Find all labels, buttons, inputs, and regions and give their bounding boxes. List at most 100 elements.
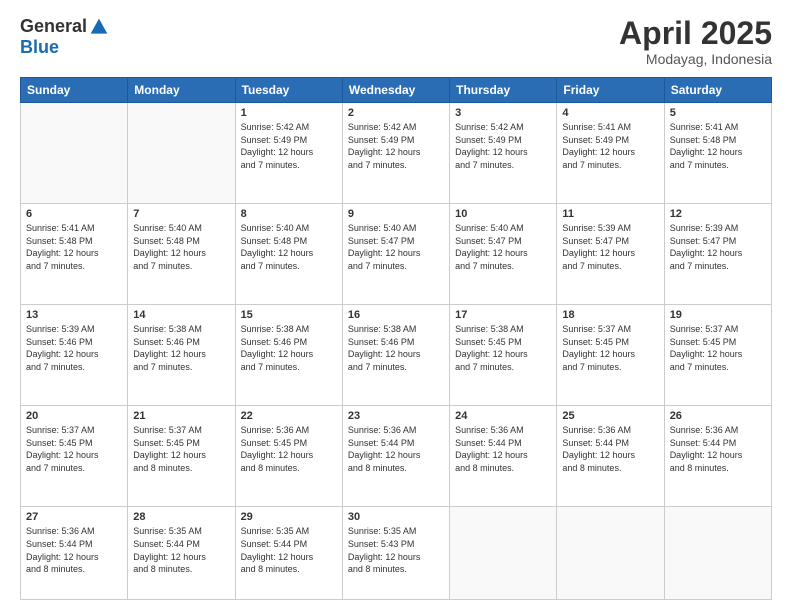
table-row: 26 Sunrise: 5:36 AM Sunset: 5:44 PM Dayli… (664, 406, 771, 507)
day-info: Sunrise: 5:36 AM Sunset: 5:44 PM Dayligh… (455, 424, 551, 474)
table-row: 3 Sunrise: 5:42 AM Sunset: 5:49 PM Daylig… (450, 103, 557, 204)
table-row (664, 507, 771, 600)
day-info: Sunrise: 5:37 AM Sunset: 5:45 PM Dayligh… (133, 424, 229, 474)
table-row: 10 Sunrise: 5:40 AM Sunset: 5:47 PM Dayli… (450, 204, 557, 305)
day-number: 7 (133, 208, 229, 220)
header-tuesday: Tuesday (235, 78, 342, 103)
day-number: 15 (241, 309, 337, 321)
day-info: Sunrise: 5:37 AM Sunset: 5:45 PM Dayligh… (26, 424, 122, 474)
table-row: 5Sunrise: 5:41 AM Sunset: 5:48 PM Daylig… (664, 103, 771, 204)
day-info: Sunrise: 5:36 AM Sunset: 5:44 PM Dayligh… (562, 424, 658, 474)
calendar-header-row: Sunday Monday Tuesday Wednesday Thursday… (21, 78, 772, 103)
table-row: 9 Sunrise: 5:40 AM Sunset: 5:47 PM Daylig… (342, 204, 449, 305)
table-row: 17Sunrise: 5:38 AM Sunset: 5:45 PM Dayli… (450, 305, 557, 406)
day-info: Sunrise: 5:41 AM Sunset: 5:48 PM Dayligh… (26, 222, 122, 272)
day-number: 5 (670, 107, 766, 119)
table-row: 8 Sunrise: 5:40 AM Sunset: 5:48 PM Daylig… (235, 204, 342, 305)
table-row (21, 103, 128, 204)
day-number: 4 (562, 107, 658, 119)
table-row: 27 Sunrise: 5:36 AM Sunset: 5:44 PM Dayli… (21, 507, 128, 600)
table-row: 23 Sunrise: 5:36 AM Sunset: 5:44 PM Dayli… (342, 406, 449, 507)
table-row: 6 Sunrise: 5:41 AM Sunset: 5:48 PM Daylig… (21, 204, 128, 305)
table-row: 18 Sunrise: 5:37 AM Sunset: 5:45 PM Dayli… (557, 305, 664, 406)
day-info: Sunrise: 5:40 AM Sunset: 5:48 PM Dayligh… (133, 222, 229, 272)
day-info: Sunrise: 5:35 AM Sunset: 5:44 PM Dayligh… (133, 525, 229, 575)
table-row: 20 Sunrise: 5:37 AM Sunset: 5:45 PM Dayli… (21, 406, 128, 507)
day-number: 20 (26, 410, 122, 422)
day-info: Sunrise: 5:35 AM Sunset: 5:43 PM Dayligh… (348, 525, 444, 575)
table-row: 19 Sunrise: 5:37 AM Sunset: 5:45 PM Dayli… (664, 305, 771, 406)
table-row: 12 Sunrise: 5:39 AM Sunset: 5:47 PM Dayli… (664, 204, 771, 305)
month-title: April 2025 (619, 16, 772, 51)
day-info: Sunrise: 5:36 AM Sunset: 5:44 PM Dayligh… (670, 424, 766, 474)
day-number: 17 (455, 309, 551, 321)
day-number: 22 (241, 410, 337, 422)
table-row: 16 Sunrise: 5:38 AM Sunset: 5:46 PM Dayli… (342, 305, 449, 406)
day-info: Sunrise: 5:35 AM Sunset: 5:44 PM Dayligh… (241, 525, 337, 575)
day-number: 3 (455, 107, 551, 119)
logo-general-text: General (20, 16, 87, 37)
day-number: 23 (348, 410, 444, 422)
day-number: 25 (562, 410, 658, 422)
header: General Blue April 2025 Modayag, Indones… (20, 16, 772, 67)
header-saturday: Saturday (664, 78, 771, 103)
table-row (128, 103, 235, 204)
day-number: 8 (241, 208, 337, 220)
day-number: 14 (133, 309, 229, 321)
day-number: 21 (133, 410, 229, 422)
table-row: 30 Sunrise: 5:35 AM Sunset: 5:43 PM Dayli… (342, 507, 449, 600)
table-row: 1Sunrise: 5:42 AM Sunset: 5:49 PM Daylig… (235, 103, 342, 204)
header-thursday: Thursday (450, 78, 557, 103)
day-number: 29 (241, 511, 337, 523)
day-number: 6 (26, 208, 122, 220)
day-number: 30 (348, 511, 444, 523)
table-row: 22 Sunrise: 5:36 AM Sunset: 5:45 PM Dayli… (235, 406, 342, 507)
day-info: Sunrise: 5:36 AM Sunset: 5:45 PM Dayligh… (241, 424, 337, 474)
header-wednesday: Wednesday (342, 78, 449, 103)
day-info: Sunrise: 5:36 AM Sunset: 5:44 PM Dayligh… (26, 525, 122, 575)
table-row: 15Sunrise: 5:38 AM Sunset: 5:46 PM Dayli… (235, 305, 342, 406)
logo: General Blue (20, 16, 109, 58)
day-info: Sunrise: 5:39 AM Sunset: 5:47 PM Dayligh… (562, 222, 658, 272)
day-info: Sunrise: 5:40 AM Sunset: 5:47 PM Dayligh… (455, 222, 551, 272)
day-info: Sunrise: 5:42 AM Sunset: 5:49 PM Dayligh… (455, 121, 551, 171)
day-info: Sunrise: 5:37 AM Sunset: 5:45 PM Dayligh… (562, 323, 658, 373)
day-info: Sunrise: 5:41 AM Sunset: 5:49 PM Dayligh… (562, 121, 658, 171)
day-number: 24 (455, 410, 551, 422)
table-row: 13Sunrise: 5:39 AM Sunset: 5:46 PM Dayli… (21, 305, 128, 406)
table-row (450, 507, 557, 600)
day-number: 11 (562, 208, 658, 220)
day-number: 26 (670, 410, 766, 422)
day-number: 1 (241, 107, 337, 119)
day-number: 18 (562, 309, 658, 321)
day-number: 27 (26, 511, 122, 523)
day-number: 9 (348, 208, 444, 220)
day-number: 19 (670, 309, 766, 321)
day-info: Sunrise: 5:40 AM Sunset: 5:48 PM Dayligh… (241, 222, 337, 272)
day-info: Sunrise: 5:36 AM Sunset: 5:44 PM Dayligh… (348, 424, 444, 474)
day-info: Sunrise: 5:42 AM Sunset: 5:49 PM Dayligh… (348, 121, 444, 171)
table-row: 25 Sunrise: 5:36 AM Sunset: 5:44 PM Dayli… (557, 406, 664, 507)
table-row: 7 Sunrise: 5:40 AM Sunset: 5:48 PM Daylig… (128, 204, 235, 305)
header-monday: Monday (128, 78, 235, 103)
day-info: Sunrise: 5:39 AM Sunset: 5:47 PM Dayligh… (670, 222, 766, 272)
table-row: 29 Sunrise: 5:35 AM Sunset: 5:44 PM Dayli… (235, 507, 342, 600)
day-info: Sunrise: 5:38 AM Sunset: 5:46 PM Dayligh… (133, 323, 229, 373)
logo-blue-text: Blue (20, 37, 59, 58)
day-info: Sunrise: 5:37 AM Sunset: 5:45 PM Dayligh… (670, 323, 766, 373)
logo-icon (89, 17, 109, 37)
day-number: 12 (670, 208, 766, 220)
table-row: 24 Sunrise: 5:36 AM Sunset: 5:44 PM Dayli… (450, 406, 557, 507)
day-info: Sunrise: 5:40 AM Sunset: 5:47 PM Dayligh… (348, 222, 444, 272)
day-number: 16 (348, 309, 444, 321)
table-row: 14 Sunrise: 5:38 AM Sunset: 5:46 PM Dayli… (128, 305, 235, 406)
table-row: 21 Sunrise: 5:37 AM Sunset: 5:45 PM Dayli… (128, 406, 235, 507)
day-info: Sunrise: 5:38 AM Sunset: 5:46 PM Dayligh… (348, 323, 444, 373)
day-number: 28 (133, 511, 229, 523)
table-row: 4 Sunrise: 5:41 AM Sunset: 5:49 PM Daylig… (557, 103, 664, 204)
table-row: 2Sunrise: 5:42 AM Sunset: 5:49 PM Daylig… (342, 103, 449, 204)
header-friday: Friday (557, 78, 664, 103)
location: Modayag, Indonesia (619, 51, 772, 67)
day-number: 10 (455, 208, 551, 220)
header-sunday: Sunday (21, 78, 128, 103)
